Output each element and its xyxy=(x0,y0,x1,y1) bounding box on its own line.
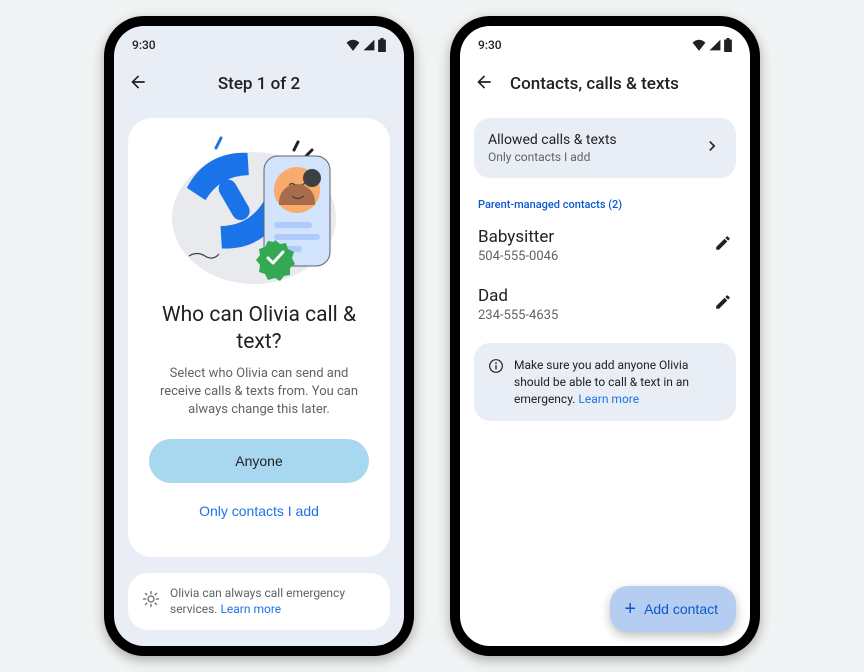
status-bar: 9:30 xyxy=(460,26,750,60)
learn-more-link[interactable]: Learn more xyxy=(578,392,639,406)
phone-screen-left: 9:30 Step 1 of 2 xyxy=(114,26,404,646)
signal-icon xyxy=(363,39,375,51)
illustration xyxy=(164,134,354,294)
phone-frame-right: 9:30 Contacts, calls & texts Allowed cal… xyxy=(450,16,760,656)
add-contact-fab[interactable]: + Add contact xyxy=(610,586,736,632)
battery-icon xyxy=(724,38,732,52)
wifi-icon xyxy=(346,39,360,51)
phone-screen-right: 9:30 Contacts, calls & texts Allowed cal… xyxy=(460,26,750,646)
contact-name: Babysitter xyxy=(478,227,558,247)
edit-icon[interactable] xyxy=(714,234,732,257)
contact-phone: 234-555-4635 xyxy=(478,308,558,323)
contact-name: Dad xyxy=(478,286,558,306)
emergency-notice: Olivia can always call emergency service… xyxy=(128,573,390,629)
battery-icon xyxy=(378,38,386,52)
info-text: Make sure you add anyone Olivia should b… xyxy=(514,357,722,407)
page-title: Contacts, calls & texts xyxy=(510,74,679,94)
main-card: Who can Olivia call & text? Select who O… xyxy=(128,118,390,557)
contact-row[interactable]: Dad 234-555-4635 xyxy=(460,276,750,335)
emergency-icon xyxy=(142,590,160,612)
edit-icon[interactable] xyxy=(714,293,732,316)
question-heading: Who can Olivia call & text? xyxy=(148,302,370,357)
wifi-icon xyxy=(692,39,706,51)
status-icons xyxy=(692,38,732,52)
phone-frame-left: 9:30 Step 1 of 2 xyxy=(104,16,414,656)
back-icon[interactable] xyxy=(474,72,494,97)
setting-value: Only contacts I add xyxy=(488,150,617,164)
question-subtext: Select who Olivia can send and receive c… xyxy=(148,365,370,420)
section-label: Parent-managed contacts (2) xyxy=(478,198,732,211)
top-bar: Step 1 of 2 xyxy=(114,60,404,108)
signal-icon xyxy=(709,39,721,51)
contact-phone: 504-555-0046 xyxy=(478,249,558,264)
top-bar: Contacts, calls & texts xyxy=(460,60,750,108)
allowed-calls-setting[interactable]: Allowed calls & texts Only contacts I ad… xyxy=(474,118,736,178)
status-bar: 9:30 xyxy=(114,26,404,60)
info-card: Make sure you add anyone Olivia should b… xyxy=(474,343,736,421)
plus-icon: + xyxy=(624,598,636,621)
contact-row[interactable]: Babysitter 504-555-0046 xyxy=(460,217,750,276)
fab-label: Add contact xyxy=(644,601,718,617)
only-contacts-button[interactable]: Only contacts I add xyxy=(149,489,369,533)
notice-text: Olivia can always call emergency service… xyxy=(170,585,376,617)
step-indicator: Step 1 of 2 xyxy=(218,74,300,94)
status-time: 9:30 xyxy=(478,38,502,52)
learn-more-link[interactable]: Learn more xyxy=(220,602,281,616)
status-time: 9:30 xyxy=(132,38,156,52)
status-icons xyxy=(346,38,386,52)
anyone-button[interactable]: Anyone xyxy=(149,439,369,483)
back-icon[interactable] xyxy=(128,72,148,97)
chevron-right-icon xyxy=(702,136,722,160)
info-icon xyxy=(488,358,504,407)
setting-title: Allowed calls & texts xyxy=(488,132,617,148)
